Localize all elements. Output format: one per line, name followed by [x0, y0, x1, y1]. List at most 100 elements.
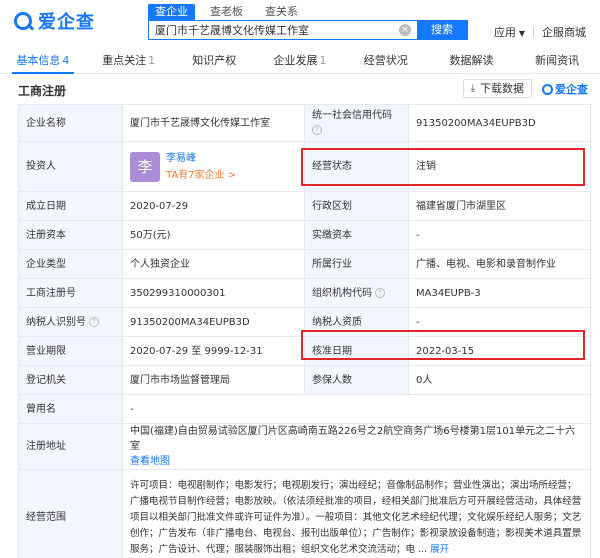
- industry-value: 广播、电视、电影和录音制作业: [408, 249, 591, 279]
- term-value: 2020-07-29 至 9999-12-31: [122, 336, 305, 366]
- tab-basic-info[interactable]: 基本信息 4: [0, 48, 86, 74]
- authority-label: 登记机关: [18, 365, 123, 395]
- tab-search-company[interactable]: 查企业: [148, 4, 195, 20]
- former-name-value: -: [122, 394, 591, 424]
- avatar[interactable]: 李: [130, 151, 160, 182]
- authority-value: 厦门市市场监督管理局: [122, 365, 305, 395]
- reg-no-value: 350299310000301: [122, 278, 305, 308]
- tab-key-attention[interactable]: 重点关注 1: [86, 48, 172, 73]
- taxpayer-id-label: 纳税人识别号?: [18, 307, 123, 337]
- tab-label: 企业发展: [273, 54, 318, 67]
- section-bar: 工商注册 ⤓ 下载数据 爱企查: [0, 76, 600, 100]
- taxpayer-id-value: 91350200MA34EUPB3D: [122, 307, 305, 337]
- insured-label: 参保人数: [304, 365, 409, 395]
- search-type-tabs: 查企业 查老板 查关系: [148, 4, 313, 20]
- tab-label: 知识产权: [192, 54, 237, 67]
- capital-value: 50万(元): [122, 220, 305, 250]
- tab-ip[interactable]: 知识产权: [171, 48, 257, 73]
- tab-search-boss[interactable]: 查老板: [203, 4, 250, 20]
- clear-icon[interactable]: ×: [399, 24, 411, 36]
- tab-label: 重点关注: [102, 54, 147, 67]
- investor-name-link[interactable]: 李易峰: [166, 151, 236, 166]
- industry-label: 所属行业: [304, 249, 409, 279]
- type-label: 企业类型: [18, 249, 123, 279]
- tab-label: 经营状况: [363, 54, 408, 67]
- address-value: 中国(福建)自由贸易试验区厦门片区高崎南五路226号之2航空商务广场6号楼第1层…: [130, 426, 576, 452]
- divider: [533, 27, 534, 37]
- investor-companies-link[interactable]: TA有7家企业 >: [166, 168, 236, 183]
- help-icon[interactable]: ?: [89, 316, 99, 327]
- apps-menu[interactable]: 应用 ▼: [494, 24, 525, 40]
- investor-cell: 李 李易峰 TA有7家企业 >: [122, 141, 305, 192]
- tab-development[interactable]: 企业发展 1: [257, 48, 343, 73]
- logo-icon: [14, 12, 32, 30]
- org-code-label-text: 组织机构代码: [312, 287, 372, 299]
- org-code-value: MA34EUPB-3: [408, 278, 591, 308]
- table-row: 经营范围 许可项目：电视剧制作；电影发行；电视剧发行；演出经纪；音像制品制作；营…: [18, 469, 591, 558]
- capital-label: 注册资本: [18, 220, 123, 250]
- table-row: 成立日期 2020-07-29 行政区划 福建省厦门市湖里区: [18, 191, 591, 221]
- table-row: 注册资本 50万(元) 实缴资本 -: [18, 220, 591, 250]
- tab-label: 新闻资讯: [535, 54, 580, 67]
- credit-code-label: 统一社会信用代码?: [304, 104, 409, 142]
- expand-link[interactable]: 展开: [430, 544, 449, 555]
- approval-date-highlight-box: [301, 330, 585, 360]
- insured-value: 0人: [408, 365, 591, 395]
- tab-operations[interactable]: 经营状况: [343, 48, 429, 73]
- credit-code-value: 91350200MA34EUPB3D: [408, 104, 591, 142]
- org-code-label: 组织机构代码?: [304, 278, 409, 308]
- founded-value: 2020-07-29: [122, 191, 305, 221]
- founded-label: 成立日期: [18, 191, 123, 221]
- top-header: 爱企查 查企业 查老板 查关系 × 搜索 应用▼ 企服商城: [0, 0, 600, 44]
- region-label: 行政区划: [304, 191, 409, 221]
- investor-info: 李易峰 TA有7家企业 >: [166, 151, 236, 183]
- tab-label: 基本信息: [16, 54, 61, 67]
- table-row: 注册地址 中国(福建)自由贸易试验区厦门片区高崎南五路226号之2航空商务广场6…: [18, 423, 591, 470]
- tab-count: 1: [319, 54, 327, 67]
- scope-value: 许可项目：电视剧制作；电影发行；电视剧发行；演出经纪；音像制品制作；营业性演出；…: [130, 479, 582, 555]
- former-name-label: 曾用名: [18, 394, 123, 424]
- table-row: 登记机关 厦门市市场监督管理局 参保人数 0人: [18, 365, 591, 395]
- tab-label: 数据解读: [449, 54, 494, 67]
- section-title: 工商注册: [18, 84, 67, 98]
- help-icon[interactable]: ?: [312, 125, 322, 135]
- brand-logo-icon: [542, 83, 553, 95]
- paid-capital-value: -: [408, 220, 591, 250]
- tab-count: 4: [62, 54, 70, 67]
- search-button[interactable]: 搜索: [417, 21, 467, 39]
- logo[interactable]: 爱企查: [14, 8, 95, 34]
- term-label: 营业期限: [18, 336, 123, 366]
- download-data-button[interactable]: ⤓ 下载数据: [462, 79, 532, 98]
- chevron-down-icon: ▼: [518, 29, 525, 38]
- apps-menu-label: 应用: [493, 26, 516, 39]
- enterprise-mall-link[interactable]: 企服商城: [542, 24, 586, 40]
- help-icon[interactable]: ?: [375, 287, 385, 298]
- view-map-link[interactable]: 查看地图: [130, 454, 583, 469]
- table-row: 企业类型 个人独资企业 所属行业 广播、电视、电影和录音制作业: [18, 249, 591, 279]
- tab-search-relation[interactable]: 查关系: [258, 4, 305, 20]
- table-row: 曾用名 -: [18, 394, 591, 424]
- investor: 李 李易峰 TA有7家企业 >: [130, 151, 297, 183]
- table-row: 企业名称 厦门市千艺晟博文化传媒工作室 统一社会信用代码? 91350200MA…: [18, 104, 591, 142]
- credit-code-label-text: 统一社会信用代码: [312, 110, 392, 121]
- paid-capital-label: 实缴资本: [304, 220, 409, 250]
- taxpayer-id-label-text: 纳税人识别号: [26, 316, 86, 328]
- status-highlight-box: [301, 148, 585, 186]
- header-links: 应用 ▼ 企服商城: [494, 24, 586, 40]
- brand-watermark: 爱企查: [542, 81, 588, 97]
- logo-text: 爱企查: [38, 12, 95, 33]
- type-value: 个人独资企业: [122, 249, 305, 279]
- brand-label: 爱企查: [555, 83, 588, 96]
- scope-label: 经营范围: [18, 469, 123, 558]
- scope-text: 许可项目：电视剧制作；电影发行；电视剧发行；演出经纪；音像制品制作；营业性演出；…: [130, 478, 583, 558]
- download-icon: ⤓: [470, 83, 475, 94]
- tab-news[interactable]: 新闻资讯: [514, 48, 600, 73]
- section-nav: 基本信息 4 重点关注 1 知识产权 企业发展 1 经营状况 数据解读 新闻资讯: [0, 48, 600, 74]
- address-label: 注册地址: [18, 423, 123, 470]
- reg-no-label: 工商注册号: [18, 278, 123, 308]
- search-input[interactable]: [149, 21, 393, 39]
- tab-count: 1: [148, 54, 156, 67]
- address-cell: 中国(福建)自由贸易试验区厦门片区高崎南五路226号之2航空商务广场6号楼第1层…: [122, 423, 591, 470]
- tab-data-insight[interactable]: 数据解读: [429, 48, 515, 73]
- table-row: 工商注册号 350299310000301 组织机构代码? MA34EUPB-3: [18, 278, 591, 308]
